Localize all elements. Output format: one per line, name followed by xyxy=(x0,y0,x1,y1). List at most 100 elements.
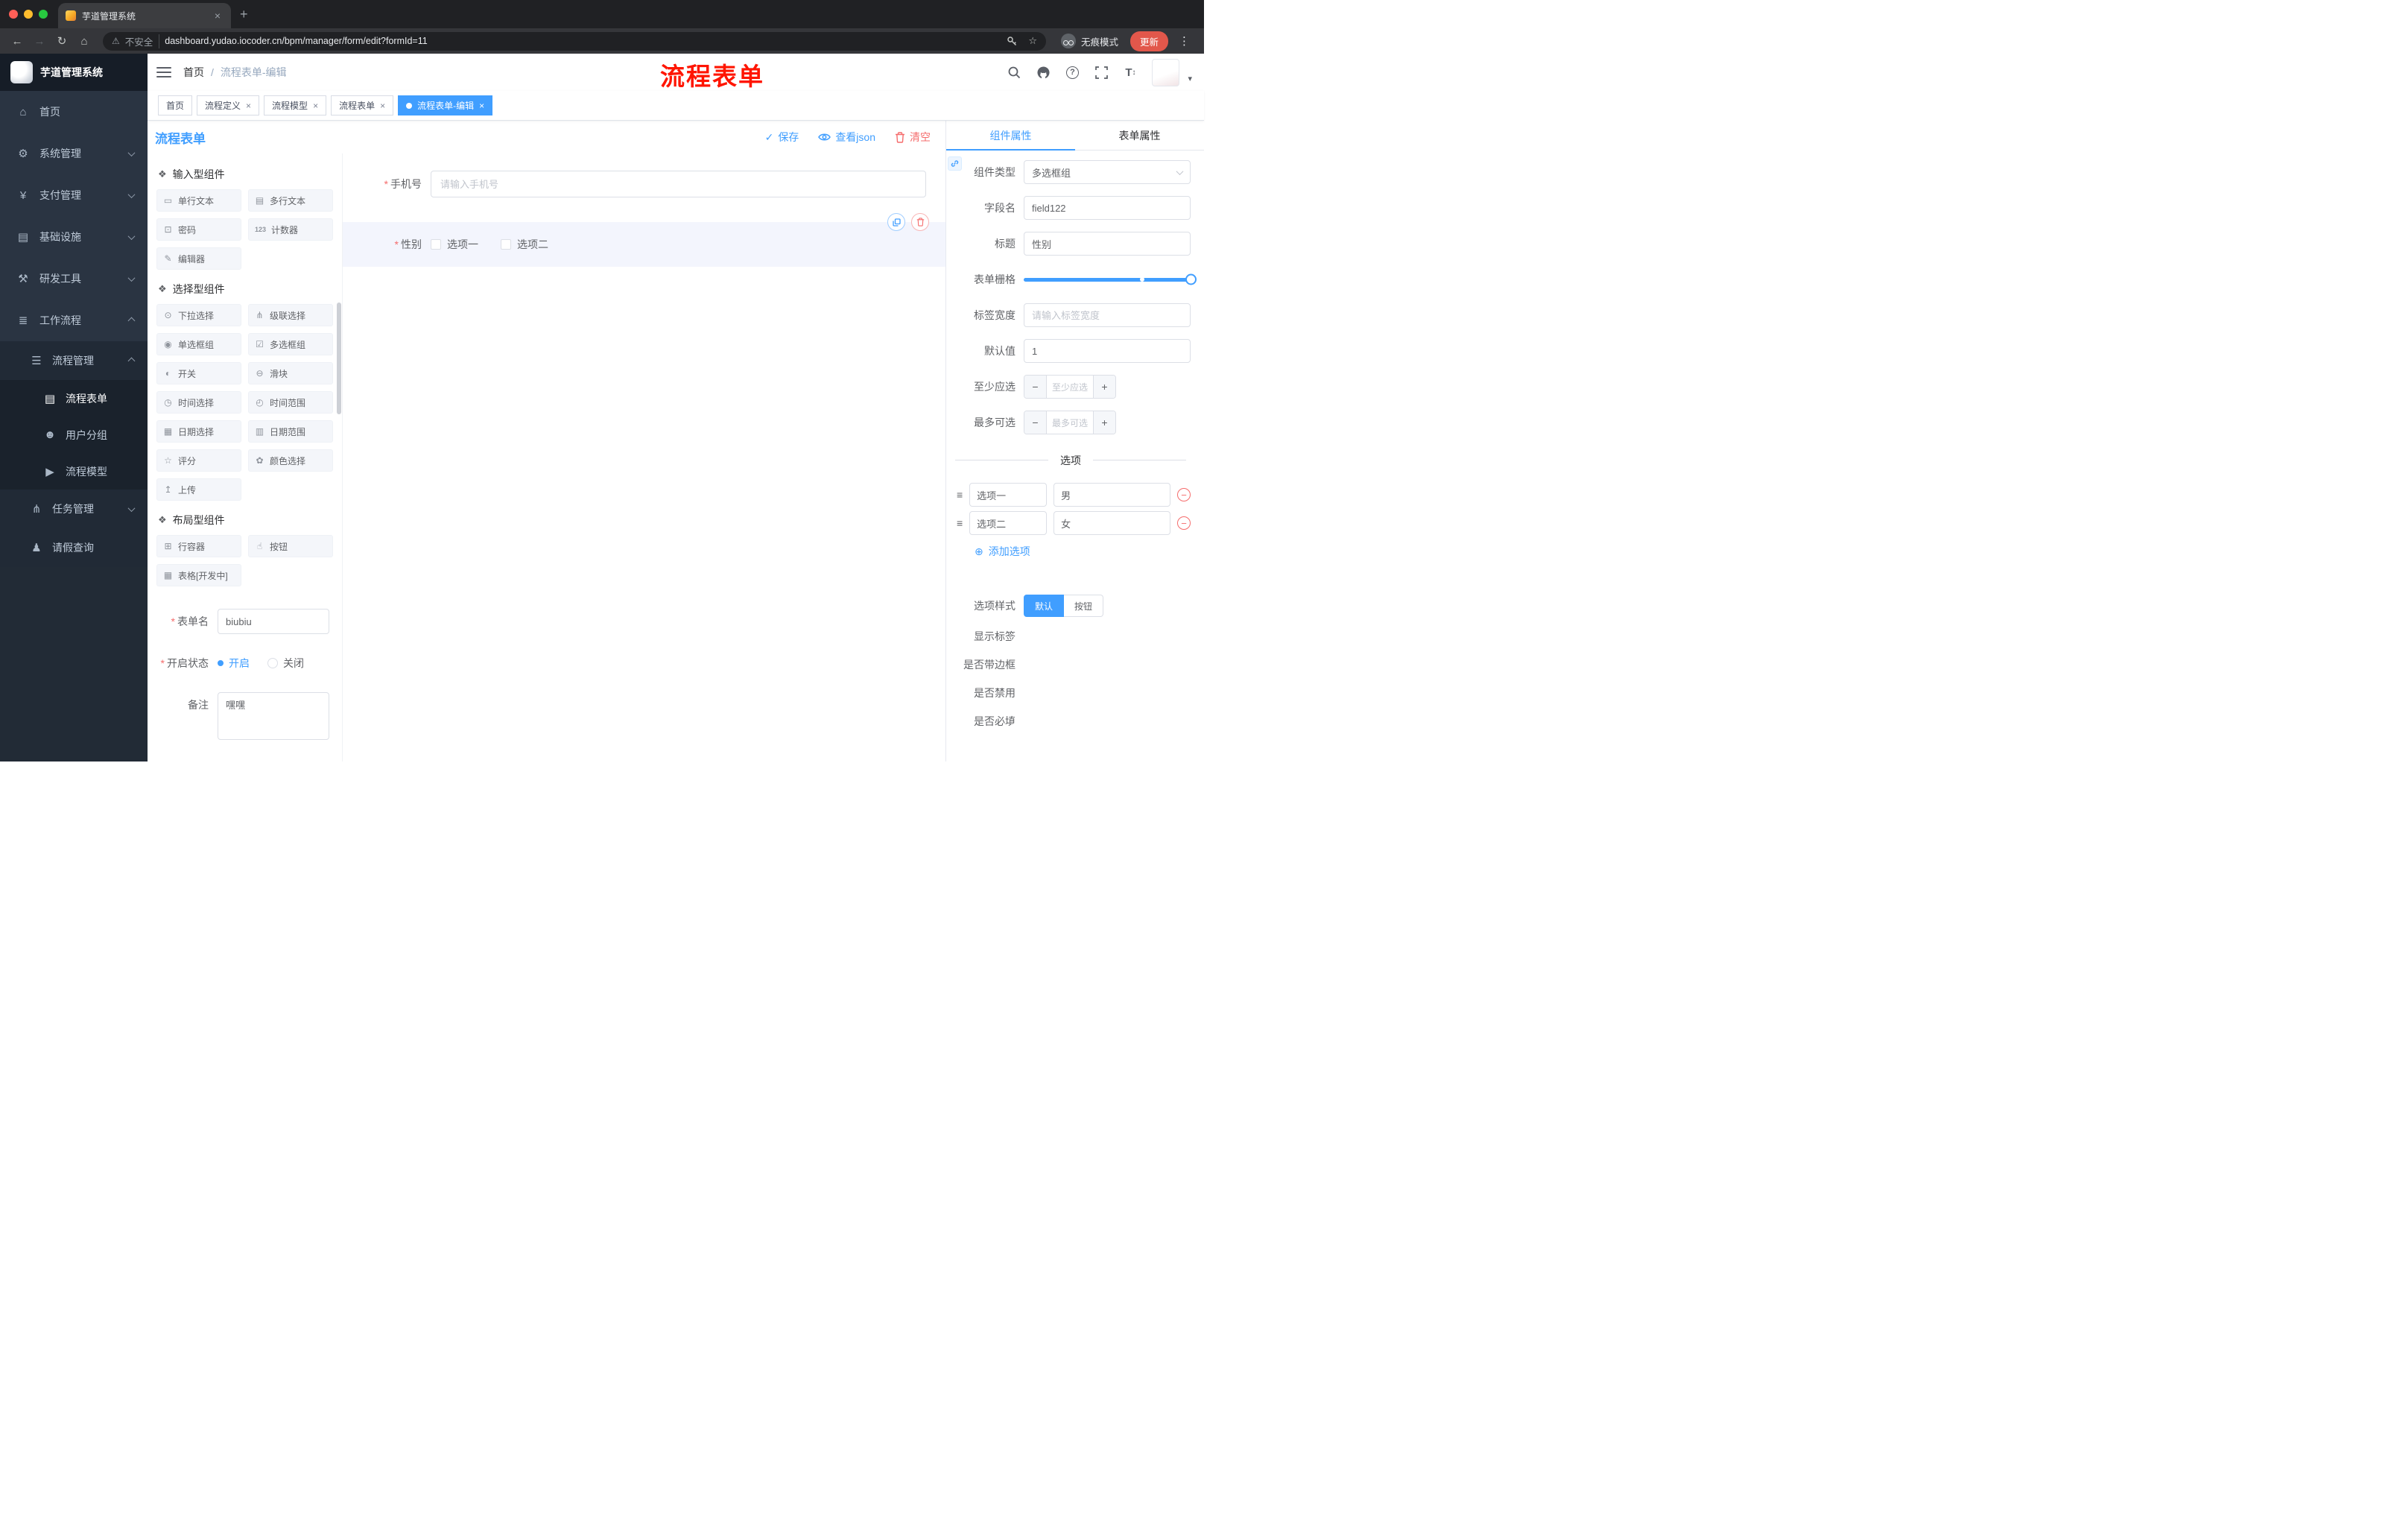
palette-item-select[interactable]: ⊙ 下拉选择 xyxy=(156,304,241,326)
default-value-input[interactable] xyxy=(1024,339,1191,363)
palette-item-row-container[interactable]: ⊞ 行容器 xyxy=(156,535,241,557)
checkbox-icon[interactable] xyxy=(501,239,511,250)
sidebar-item-leave-query[interactable]: ♟ 请假查询 xyxy=(0,528,148,567)
palette-item-button[interactable]: ☝ 按钮 xyxy=(248,535,333,557)
palette-item-color-picker[interactable]: ✿ 颜色选择 xyxy=(248,449,333,472)
gender-field-widget[interactable]: * 性别 选项一 选项二 xyxy=(343,213,945,267)
sidebar-item-process-management[interactable]: ☰ 流程管理 xyxy=(0,341,148,380)
address-bar[interactable]: ⚠ 不安全 dashboard.yudao.iocoder.cn/bpm/man… xyxy=(103,31,1046,51)
option-name-input[interactable] xyxy=(969,483,1048,507)
avatar-caret-icon[interactable]: ▾ xyxy=(1188,74,1192,86)
sidebar-item-infrastructure[interactable]: ▤ 基础设施 xyxy=(0,216,148,258)
sidebar-item-payment-management[interactable]: ¥ 支付管理 xyxy=(0,174,148,216)
sidebar-item-task-management[interactable]: ⋔ 任务管理 xyxy=(0,490,148,528)
browser-menu-icon[interactable]: ⋮ xyxy=(1171,34,1197,48)
sidebar-item-home[interactable]: ⌂ 首页 xyxy=(0,91,148,133)
sidebar-item-process-form[interactable]: ▤ 流程表单 xyxy=(0,380,148,417)
component-type-select[interactable]: 多选框组 xyxy=(1024,160,1191,184)
sidebar-item-user-group[interactable]: ☻ 用户分组 xyxy=(0,417,148,453)
palette-item-date-range[interactable]: ▥ 日期范围 xyxy=(248,420,333,443)
gender-option-2[interactable]: 选项二 xyxy=(501,237,548,252)
phone-field-widget[interactable]: * 手机号 xyxy=(343,164,945,204)
breadcrumb-home[interactable]: 首页 xyxy=(183,65,204,80)
palette-item-slider[interactable]: ⊖ 滑块 xyxy=(248,362,333,384)
back-icon[interactable]: ← xyxy=(7,35,27,48)
help-icon[interactable]: ? xyxy=(1065,65,1080,80)
page-tab-process-form-edit[interactable]: 流程表单-编辑 × xyxy=(398,95,493,115)
close-tab-icon[interactable]: × xyxy=(212,9,224,22)
avatar[interactable] xyxy=(1152,58,1180,86)
palette-item-upload[interactable]: ↥ 上传 xyxy=(156,478,241,501)
link-badge[interactable] xyxy=(948,156,962,171)
form-name-input[interactable] xyxy=(218,609,329,634)
remove-option-button[interactable]: − xyxy=(1177,488,1191,501)
status-off-radio[interactable]: 关闭 xyxy=(267,656,304,671)
search-icon[interactable] xyxy=(1007,65,1021,80)
increase-button[interactable]: + xyxy=(1093,411,1115,434)
option-value-input[interactable] xyxy=(1054,483,1170,507)
close-icon[interactable]: × xyxy=(246,101,251,111)
font-size-icon[interactable]: T ↕ xyxy=(1123,65,1138,80)
min-select-value[interactable]: 至少应选 xyxy=(1047,376,1093,398)
copy-widget-button[interactable] xyxy=(887,213,905,231)
gender-option-1[interactable]: 选项一 xyxy=(431,237,478,252)
option-style-default-button[interactable]: 默认 xyxy=(1024,595,1065,617)
palette-item-rate[interactable]: ☆ 评分 xyxy=(156,449,241,472)
page-tab-process-model[interactable]: 流程模型 × xyxy=(264,95,327,115)
page-tab-process-definition[interactable]: 流程定义 × xyxy=(197,95,260,115)
sidebar-item-workflow[interactable]: ≣ 工作流程 xyxy=(0,300,148,341)
palette-scrollbar[interactable] xyxy=(337,303,341,414)
field-name-input[interactable] xyxy=(1024,196,1191,220)
palette-item-switch[interactable]: ◐ 开关 xyxy=(156,362,241,384)
option-value-input[interactable] xyxy=(1054,511,1170,535)
drag-handle-icon[interactable]: ≡ xyxy=(957,517,963,529)
palette-item-cascader[interactable]: ⋔ 级联选择 xyxy=(248,304,333,326)
form-remark-textarea[interactable]: 嘿嘿 xyxy=(218,692,329,740)
close-icon[interactable]: × xyxy=(380,101,385,111)
url-text[interactable]: dashboard.yudao.iocoder.cn/bpm/manager/f… xyxy=(165,36,1001,46)
sidebar-item-system-management[interactable]: ⚙ 系统管理 xyxy=(0,133,148,174)
palette-item-counter[interactable]: 123 计数器 xyxy=(248,218,333,241)
option-name-input[interactable] xyxy=(969,511,1048,535)
slider-handle[interactable] xyxy=(1185,273,1197,285)
palette-item-multi-line-text[interactable]: ▤ 多行文本 xyxy=(248,189,333,212)
form-grid-slider[interactable] xyxy=(1024,267,1197,291)
view-json-button[interactable]: 查看json xyxy=(818,130,875,145)
github-icon[interactable] xyxy=(1036,65,1051,80)
checkbox-icon[interactable] xyxy=(431,239,441,250)
max-select-value[interactable]: 最多可选 xyxy=(1047,411,1093,434)
increase-button[interactable]: + xyxy=(1093,376,1115,398)
palette-item-date-picker[interactable]: ▦ 日期选择 xyxy=(156,420,241,443)
sidebar-item-process-model[interactable]: ▶ 流程模型 xyxy=(0,453,148,490)
key-icon[interactable] xyxy=(1007,36,1018,47)
zoom-window-button[interactable] xyxy=(39,10,48,19)
drag-handle-icon[interactable]: ≡ xyxy=(957,489,963,501)
palette-item-single-line-text[interactable]: ▭ 单行文本 xyxy=(156,189,241,212)
clear-button[interactable]: 清空 xyxy=(895,130,931,145)
decrease-button[interactable]: − xyxy=(1024,411,1047,434)
forward-icon[interactable]: → xyxy=(30,35,49,48)
palette-item-checkbox-group[interactable]: ☑ 多选框组 xyxy=(248,333,333,355)
palette-item-password[interactable]: ⊡ 密码 xyxy=(156,218,241,241)
delete-widget-button[interactable] xyxy=(911,213,929,231)
remove-option-button[interactable]: − xyxy=(1177,516,1191,530)
title-input[interactable] xyxy=(1024,232,1191,256)
browser-update-button[interactable]: 更新 xyxy=(1129,31,1168,51)
tab-component-properties[interactable]: 组件属性 xyxy=(946,121,1075,151)
option-style-button-button[interactable]: 按钮 xyxy=(1064,595,1104,617)
new-tab-button[interactable]: + xyxy=(231,5,257,24)
form-canvas[interactable]: *手机号 *性别 选项一 选项二 xyxy=(343,153,945,762)
close-icon[interactable]: × xyxy=(313,101,318,111)
save-button[interactable]: ✓ 保存 xyxy=(765,130,799,145)
palette-item-time-range[interactable]: ◴ 时间范围 xyxy=(248,391,333,414)
page-tab-process-form[interactable]: 流程表单 × xyxy=(331,95,394,115)
browser-tab[interactable]: 芋道管理系统 × xyxy=(58,3,231,28)
palette-item-radio-group[interactable]: ◉ 单选框组 xyxy=(156,333,241,355)
label-width-input[interactable] xyxy=(1024,303,1191,327)
page-tab-home[interactable]: 首页 xyxy=(158,95,193,115)
phone-input[interactable] xyxy=(431,171,926,197)
close-icon[interactable]: × xyxy=(479,101,484,111)
minimize-window-button[interactable] xyxy=(24,10,33,19)
collapse-sidebar-icon[interactable] xyxy=(156,67,171,77)
palette-item-time-picker[interactable]: ◷ 时间选择 xyxy=(156,391,241,414)
